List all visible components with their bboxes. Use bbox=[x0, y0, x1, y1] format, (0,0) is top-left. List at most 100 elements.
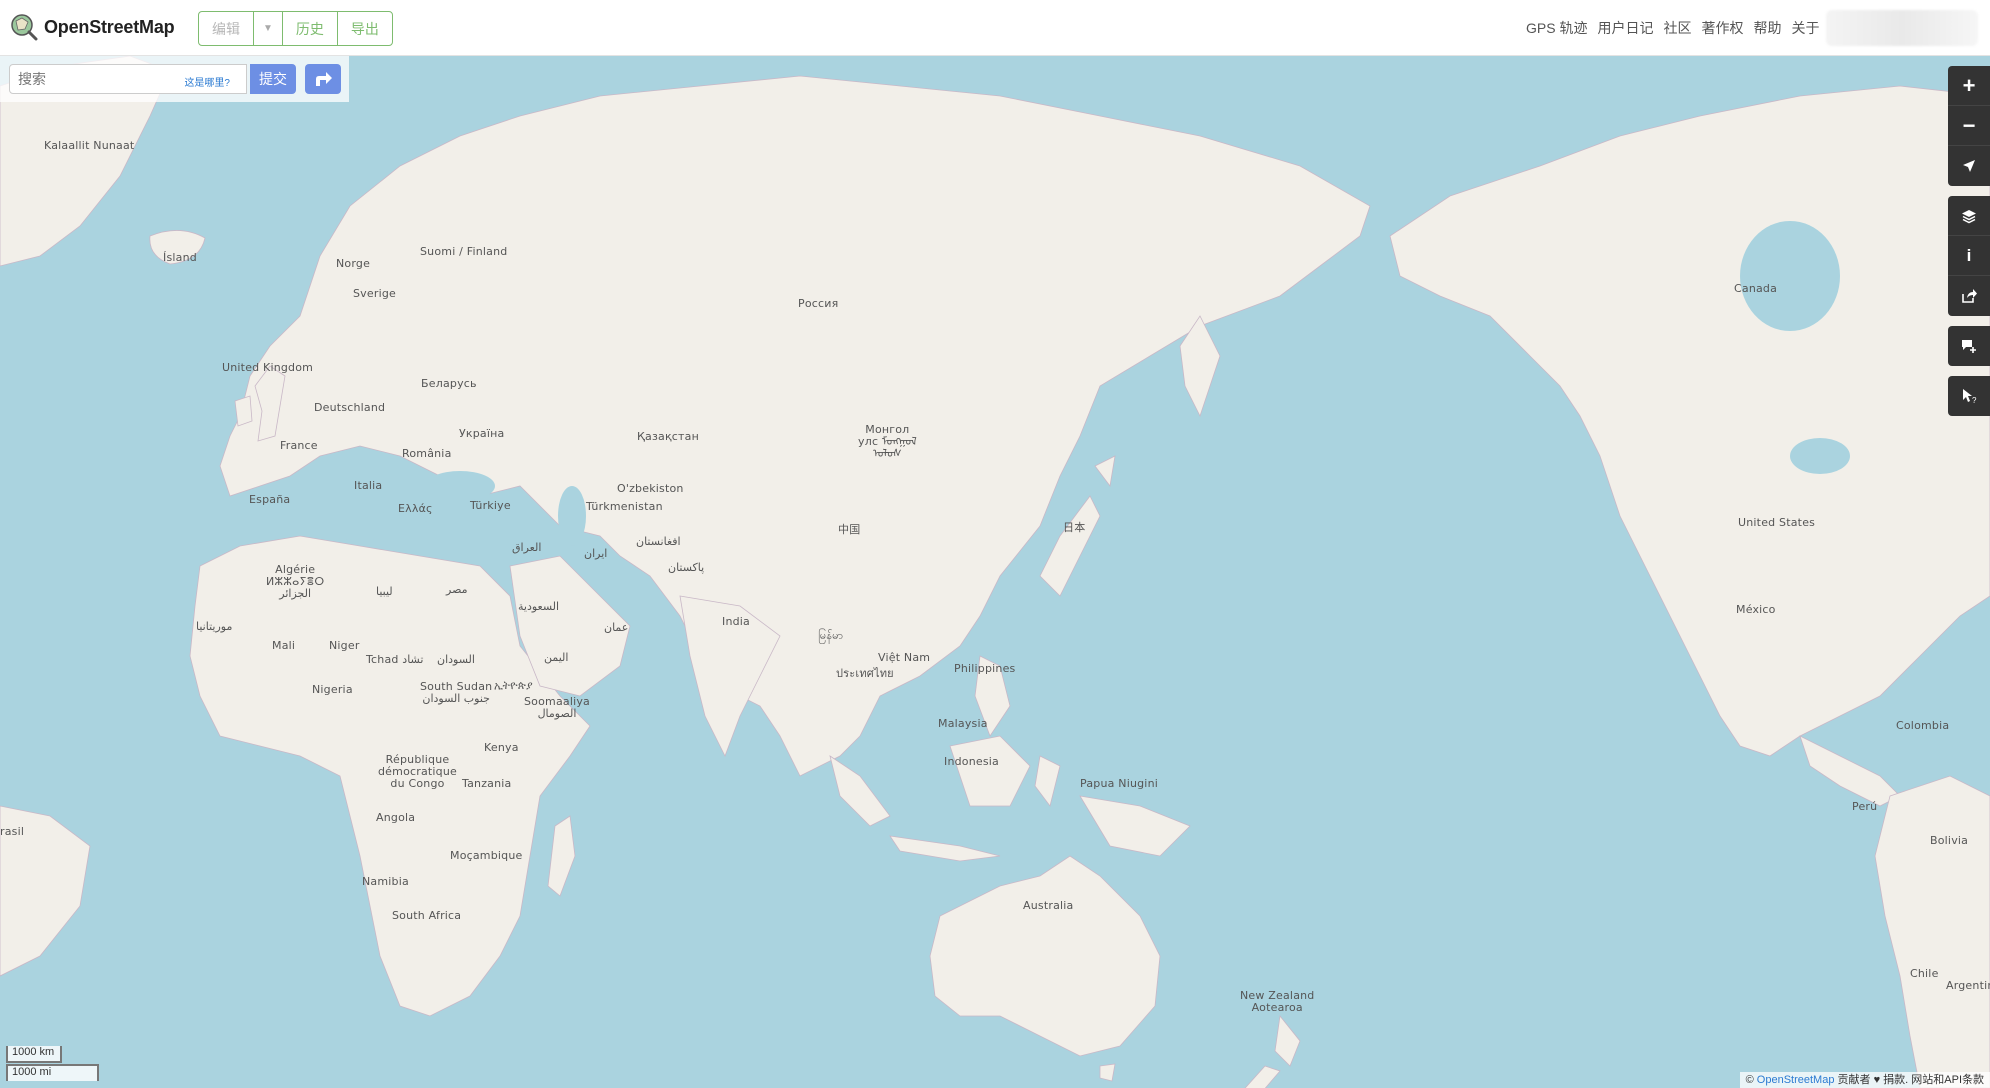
info-icon: i bbox=[1966, 245, 1972, 265]
label-ethiopia: ኢትዮጵያ bbox=[494, 679, 533, 692]
label-kalaallit: Kalaallit Nunaat bbox=[44, 139, 135, 152]
label-nigeria: Nigeria bbox=[312, 683, 353, 696]
map-view[interactable]: Kalaallit Nunaat Ísland Norge Suomi / Fi… bbox=[0, 56, 1990, 1088]
label-mexico: México bbox=[1736, 603, 1776, 616]
edit-button[interactable]: 编辑 bbox=[199, 12, 254, 45]
layers-button[interactable] bbox=[1948, 196, 1990, 236]
label-algerie: Algérie ⵍⵣⵣⴰⵢⴻⵔ الجزائر bbox=[266, 563, 325, 600]
label-yemen: اليمن bbox=[544, 651, 569, 664]
label-oman: عمان bbox=[604, 621, 629, 634]
zoom-out-icon: − bbox=[1962, 112, 1976, 138]
label-tanzania: Tanzania bbox=[462, 777, 512, 790]
label-south-sudan: South Sudan جنوب السودان bbox=[420, 680, 493, 705]
label-kenya: Kenya bbox=[484, 741, 519, 754]
label-uzbekistan: O'zbekiston bbox=[617, 482, 684, 495]
search-input[interactable] bbox=[18, 71, 178, 87]
label-ellas: Ελλάς bbox=[398, 502, 433, 515]
new-guinea-land bbox=[1079, 795, 1191, 857]
hokkaido-land bbox=[1094, 455, 1116, 487]
sulawesi-land bbox=[1034, 755, 1061, 807]
edit-dropdown-button[interactable]: ▼ bbox=[254, 12, 283, 45]
locate-icon bbox=[1963, 160, 1975, 172]
central-america-land bbox=[1799, 735, 1901, 807]
logo-text: OpenStreetMap bbox=[44, 16, 175, 37]
label-namibia: Namibia bbox=[362, 875, 409, 888]
osm-logo-icon bbox=[11, 14, 38, 41]
svg-text:?: ? bbox=[1972, 396, 1977, 404]
user-menu-blurred[interactable] bbox=[1826, 10, 1978, 46]
label-suomi: Suomi / Finland bbox=[420, 245, 508, 258]
label-argentina: Argentin bbox=[1946, 979, 1990, 992]
zoom-controls: + − bbox=[1948, 66, 1990, 186]
label-vietnam: Việt Nam bbox=[878, 651, 931, 664]
osm-attribution-link[interactable]: OpenStreetMap bbox=[1757, 1074, 1835, 1086]
label-peru: Perú bbox=[1852, 800, 1878, 813]
sumatra-land bbox=[829, 755, 891, 827]
query-control: ? bbox=[1948, 376, 1990, 416]
add-note-button[interactable] bbox=[1948, 326, 1990, 366]
zoom-in-icon: + bbox=[1962, 72, 1976, 98]
label-afghanistan: افغانستان bbox=[636, 535, 681, 548]
scale-metric: 1000 km bbox=[6, 1046, 62, 1063]
layers-icon bbox=[1962, 209, 1976, 223]
borneo-land bbox=[949, 735, 1031, 807]
label-mocambique: Moçambique bbox=[450, 849, 523, 862]
nav-copyright[interactable]: 著作权 bbox=[1701, 18, 1743, 38]
query-features-button[interactable]: ? bbox=[1948, 376, 1990, 416]
attribution: © OpenStreetMap 贡献者 ♥ 捐款. 网站和API条款 bbox=[1739, 1072, 1990, 1088]
share-button[interactable] bbox=[1948, 276, 1990, 316]
nz-north-land bbox=[1274, 1015, 1301, 1067]
label-colombia: Colombia bbox=[1896, 719, 1950, 732]
label-australia: Australia bbox=[1023, 899, 1074, 912]
label-misr: مصر bbox=[446, 583, 468, 596]
australia-land bbox=[929, 855, 1161, 1057]
label-mali: Mali bbox=[272, 639, 296, 652]
nav-user-diaries[interactable]: 用户日记 bbox=[1597, 18, 1653, 38]
nav-about[interactable]: 关于 bbox=[1791, 18, 1819, 38]
black-sea bbox=[425, 471, 495, 501]
caspian-sea bbox=[558, 486, 586, 546]
label-papua: Papua Niugini bbox=[1080, 777, 1158, 790]
zoom-in-button[interactable]: + bbox=[1948, 66, 1990, 106]
label-philippines: Philippines bbox=[954, 662, 1016, 675]
label-chile: Chile bbox=[1910, 967, 1939, 980]
map-key-button[interactable]: i bbox=[1948, 236, 1990, 276]
label-malaysia: Malaysia bbox=[938, 717, 988, 730]
label-bolivia: Bolivia bbox=[1930, 834, 1969, 847]
logo[interactable]: OpenStreetMap bbox=[10, 13, 175, 41]
top-header: OpenStreetMap 编辑 ▼ 历史 导出 GPS 轨迹 用户日记 社区 … bbox=[0, 0, 1990, 56]
export-button[interactable]: 导出 bbox=[338, 12, 392, 45]
label-usa: United States bbox=[1738, 516, 1816, 529]
search-submit-button[interactable]: 提交 bbox=[250, 64, 296, 94]
label-island: Ísland bbox=[163, 251, 197, 264]
mediterranean bbox=[290, 512, 430, 540]
directions-button[interactable] bbox=[305, 64, 341, 94]
attribution-rest: 贡献者 ♥ 捐款. 网站和API条款 bbox=[1834, 1074, 1985, 1086]
ireland-land bbox=[234, 395, 253, 427]
note-icon bbox=[1962, 340, 1976, 353]
label-japan: 日本 bbox=[1063, 521, 1086, 534]
label-drc: République démocratique du Congo bbox=[378, 753, 457, 790]
nav-help[interactable]: 帮助 bbox=[1753, 18, 1781, 38]
zoom-out-button[interactable]: − bbox=[1948, 106, 1990, 146]
nav-communities[interactable]: 社区 bbox=[1663, 18, 1691, 38]
north-america-land bbox=[1389, 85, 1990, 757]
label-angola: Angola bbox=[376, 811, 416, 824]
search-panel: 这是哪里? 提交 bbox=[0, 56, 349, 102]
label-canada: Canada bbox=[1734, 282, 1778, 295]
locate-button[interactable] bbox=[1948, 146, 1990, 186]
directions-icon bbox=[316, 72, 332, 86]
where-is-this-link[interactable]: 这是哪里? bbox=[184, 74, 230, 89]
label-south-africa: South Africa bbox=[392, 909, 462, 922]
label-turkmenistan: Türkmenistan bbox=[586, 500, 663, 513]
nav-gps-traces[interactable]: GPS 轨迹 bbox=[1526, 18, 1587, 38]
madagascar-land bbox=[547, 815, 576, 897]
label-thailand: ประเทศไทย bbox=[836, 667, 894, 680]
label-sudan: السودان bbox=[437, 653, 475, 666]
scale-control: 1000 km 1000 mi bbox=[6, 1046, 99, 1081]
label-france: France bbox=[280, 439, 318, 452]
history-button[interactable]: 历史 bbox=[283, 12, 338, 45]
japan-land bbox=[1039, 495, 1101, 597]
label-mauritania: موريتانيا bbox=[196, 620, 233, 633]
label-norge: Norge bbox=[336, 257, 371, 270]
